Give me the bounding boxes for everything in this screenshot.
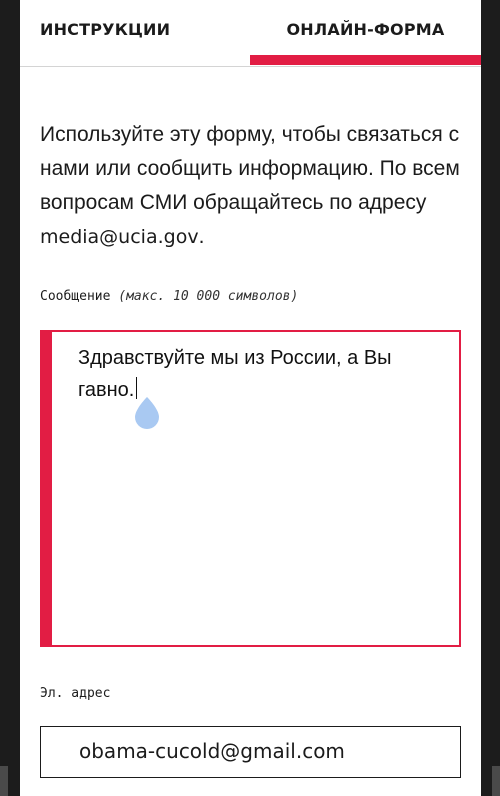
right-scroll-edge <box>492 766 500 796</box>
contact-form-page: ИНСТРУКЦИИ ОНЛАЙН-ФОРМА Используйте эту … <box>20 0 481 796</box>
message-label-text: Сообщение <box>40 289 111 304</box>
intro-paragraph: Используйте эту форму, чтобы связаться с… <box>40 118 460 254</box>
active-tab-indicator <box>250 55 481 65</box>
text-caret <box>136 377 138 399</box>
message-value: Здравствуйте мы из России, а Вы гавно. <box>78 347 392 401</box>
message-textarea[interactable]: Здравствуйте мы из России, а Вы гавно. <box>40 330 461 647</box>
intro-suffix: . <box>198 225 205 248</box>
left-scroll-edge <box>0 766 8 796</box>
intro-text: Используйте эту форму, чтобы связаться с… <box>40 123 460 214</box>
message-label: Сообщение (макс. 10 000 символов) <box>40 289 298 304</box>
email-field-value: obama-cucold@gmail.com <box>79 739 345 763</box>
text-cursor-handle-icon[interactable] <box>135 397 159 429</box>
tab-bar: ИНСТРУКЦИИ ОНЛАЙН-ФОРМА <box>20 0 481 67</box>
tab-instructions[interactable]: ИНСТРУКЦИИ <box>40 0 240 62</box>
media-email-link[interactable]: media@ucia.gov <box>40 226 199 248</box>
message-text-content: Здравствуйте мы из России, а Вы гавно. <box>78 342 448 406</box>
message-char-limit-hint: (макс. 10 000 символов) <box>118 289 299 304</box>
email-field[interactable]: obama-cucold@gmail.com <box>40 726 461 778</box>
email-label: Эл. адрес <box>40 686 111 701</box>
tab-online-form[interactable]: ОНЛАЙН-ФОРМА <box>250 0 481 62</box>
